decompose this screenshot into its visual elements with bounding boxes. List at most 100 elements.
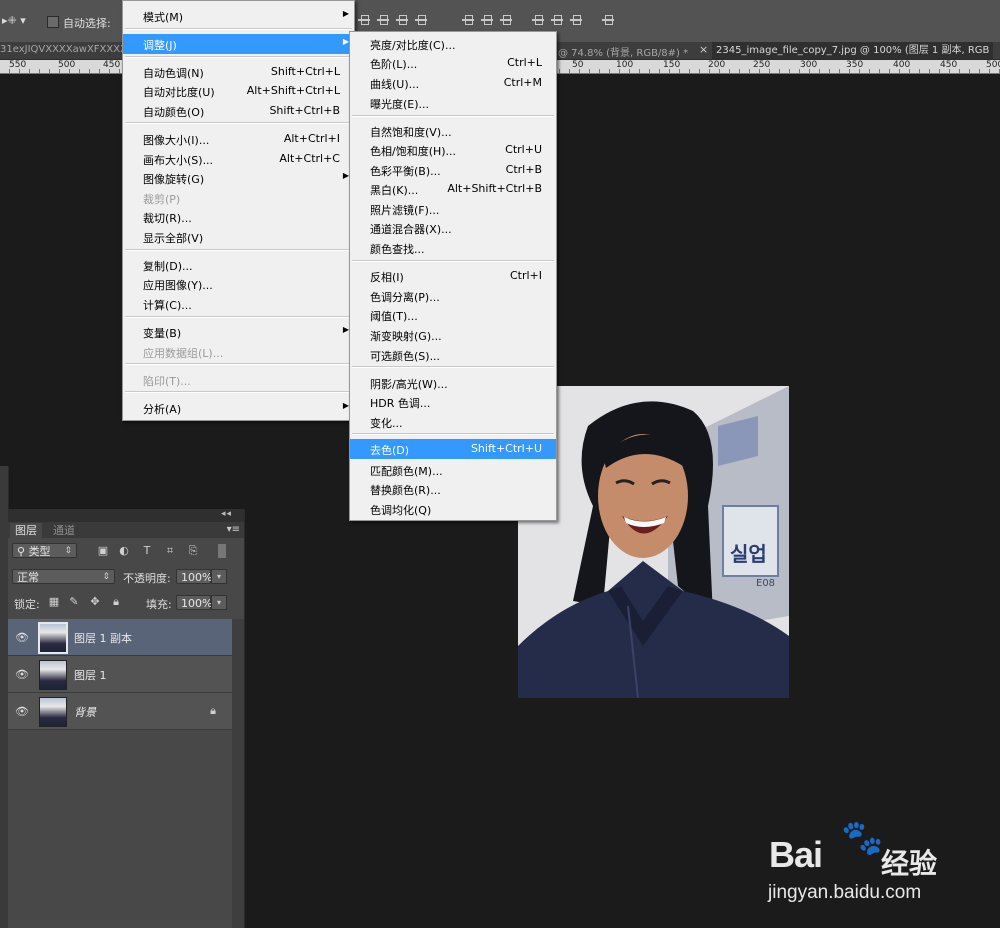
layer-row[interactable]: 👁︎ 图层 1 <box>8 656 232 693</box>
menu-item-label: 变化... <box>370 417 403 430</box>
menu-item-photo-filter[interactable]: 照片滤镜(F)... <box>350 199 556 219</box>
fill-field[interactable]: 100% <box>176 595 212 610</box>
menu-item-canvas-size[interactable]: 画布大小(S)... Alt+Ctrl+C <box>123 149 354 169</box>
align-vertical-centers-icon[interactable] <box>376 13 390 27</box>
menu-item-gradient-map[interactable]: 渐变映射(G)... <box>350 325 556 345</box>
menu-item-desaturate[interactable]: 去色(D) Shift+Ctrl+U <box>350 439 556 459</box>
filter-type-icon[interactable]: T <box>141 545 153 557</box>
auto-align-layers-icon[interactable] <box>601 13 615 27</box>
menu-item-label: 色调均化(Q) <box>370 504 432 517</box>
menu-item-channel-mixer[interactable]: 通道混合器(X)... <box>350 218 556 238</box>
lock-label: 锁定: <box>14 598 40 611</box>
menu-item-label: 替换颜色(R)... <box>370 484 441 497</box>
opacity-field[interactable]: 100% <box>176 569 212 584</box>
tab-layers[interactable]: 图层 <box>10 523 42 538</box>
menu-item-match-color[interactable]: 匹配颜色(M)... <box>350 460 556 480</box>
canvas-photo[interactable]: 실업 E08 <box>518 386 789 698</box>
menu-item-variables[interactable]: 变量(B) ▶ <box>123 322 354 342</box>
menu-item-hue-saturation[interactable]: 色相/饱和度(H)... Ctrl+U <box>350 140 556 160</box>
tool-preset-picker[interactable]: ▸⁜ ▾ <box>2 14 26 27</box>
filter-kind-select[interactable]: ⚲ 类型 ⇕ <box>12 543 77 558</box>
opacity-dropdown-icon[interactable]: ▾ <box>211 569 227 584</box>
menu-item-label: 模式(M) <box>143 11 184 24</box>
menu-item-replace-color[interactable]: 替换颜色(R)... <box>350 479 556 499</box>
menu-item-black-white[interactable]: 黑白(K)... Alt+Shift+Ctrl+B <box>350 179 556 199</box>
menu-item-variations[interactable]: 变化... <box>350 412 556 432</box>
menu-item-label: 应用图像(Y)... <box>143 279 213 292</box>
menu-item-color-lookup[interactable]: 颜色查找... <box>350 238 556 258</box>
filter-pixel-icon[interactable]: ▣ <box>97 545 109 557</box>
menu-item-duplicate[interactable]: 复制(D)... <box>123 255 354 275</box>
menu-item-label: 阴影/高光(W)... <box>370 378 448 391</box>
menu-item-brightness-contrast[interactable]: 亮度/对比度(C)... <box>350 34 556 54</box>
close-tab-icon[interactable]: × <box>699 43 708 56</box>
document-tab[interactable]: 31exJIQVXXXXawXFXXXXX <box>0 44 134 55</box>
lock-all-icon[interactable]: 🔒︎ <box>110 596 122 608</box>
menu-item-label: HDR 色调... <box>370 397 431 410</box>
menu-item-curves[interactable]: 曲线(U)... Ctrl+M <box>350 73 556 93</box>
align-bottom-edges-icon[interactable] <box>395 13 409 27</box>
document-tab[interactable]: @ 74.8% (背景, RGB/8#) * <box>558 44 688 59</box>
layer-thumbnail <box>39 660 67 690</box>
menu-item-auto-tone[interactable]: 自动色调(N) Shift+Ctrl+L <box>123 62 354 82</box>
menu-item-label: 分析(A) <box>143 403 182 416</box>
menu-item-auto-color[interactable]: 自动颜色(O) Shift+Ctrl+B <box>123 101 354 121</box>
visibility-eye-icon[interactable]: 👁︎ <box>15 668 29 681</box>
lock-transparent-icon[interactable]: ▦ <box>48 596 60 608</box>
menu-item-mode[interactable]: 模式(M) ▶ <box>123 6 354 26</box>
visibility-eye-icon[interactable]: 👁︎ <box>15 631 29 644</box>
distribute-hcenter-icon[interactable] <box>550 13 564 27</box>
filter-smartobject-icon[interactable]: ⎘ <box>187 545 199 557</box>
menu-item-apply-image[interactable]: 应用图像(Y)... <box>123 274 354 294</box>
filter-adjustment-icon[interactable]: ◐ <box>118 545 130 557</box>
filter-shape-icon[interactable]: ⌗ <box>164 545 176 557</box>
menu-item-adjustments[interactable]: 调整(J) ▶ <box>123 34 354 54</box>
menu-item-analysis[interactable]: 分析(A) ▶ <box>123 398 354 418</box>
distribute-left-icon[interactable] <box>531 13 545 27</box>
menu-item-calculations[interactable]: 计算(C)... <box>123 294 354 314</box>
menu-item-auto-contrast[interactable]: 自动对比度(U) Alt+Shift+Ctrl+L <box>123 81 354 101</box>
menu-item-invert[interactable]: 反相(I) Ctrl+I <box>350 266 556 286</box>
menu-item-equalize[interactable]: 色调均化(Q) <box>350 499 556 519</box>
auto-select-checkbox[interactable] <box>47 16 59 28</box>
fill-label: 填充: <box>146 598 172 611</box>
menu-item-image-rotation[interactable]: 图像旋转(G) ▶ <box>123 168 354 188</box>
menu-item-exposure[interactable]: 曝光度(E)... <box>350 93 556 113</box>
blend-mode-select[interactable]: 正常 ⇕ <box>12 569 115 584</box>
layer-row[interactable]: 👁︎ 图层 1 副本 <box>8 619 232 656</box>
menu-item-selective-color[interactable]: 可选颜色(S)... <box>350 345 556 365</box>
distribute-right-icon[interactable] <box>569 13 583 27</box>
baidu-jingyan-watermark: Bai 🐾 经验 jingyan.baidu.com <box>765 816 975 906</box>
menu-item-hdr-toning[interactable]: HDR 色调... <box>350 392 556 412</box>
menu-item-threshold[interactable]: 阈值(T)... <box>350 305 556 325</box>
menu-item-levels[interactable]: 色阶(L)... Ctrl+L <box>350 53 556 73</box>
menu-item-label: 计算(C)... <box>143 299 192 312</box>
menu-item-posterize[interactable]: 色调分离(P)... <box>350 286 556 306</box>
menu-item-label: 应用数据组(L)... <box>143 347 224 360</box>
distribute-center-icon[interactable] <box>480 13 494 27</box>
align-top-edges-icon[interactable] <box>357 13 371 27</box>
layer-name: 图层 1 <box>74 669 107 682</box>
menu-item-label: 画布大小(S)... <box>143 154 214 167</box>
layer-row[interactable]: 👁︎ 背景 🔒︎ <box>8 693 232 730</box>
menu-item-reveal-all[interactable]: 显示全部(V) <box>123 227 354 247</box>
menu-item-label: 图像旋转(G) <box>143 173 205 186</box>
panel-menu-icon[interactable]: ▾≡ <box>227 524 240 535</box>
visibility-eye-icon[interactable]: 👁︎ <box>15 705 29 718</box>
menu-item-image-size[interactable]: 图像大小(I)... Alt+Ctrl+I <box>123 129 354 149</box>
menu-item-vibrance[interactable]: 自然饱和度(V)... <box>350 121 556 141</box>
align-left-edges-icon[interactable] <box>414 13 428 27</box>
menu-item-shadows-highlights[interactable]: 阴影/高光(W)... <box>350 373 556 393</box>
filter-toggle-icon[interactable] <box>218 544 226 558</box>
distribute-top-icon[interactable] <box>461 13 475 27</box>
collapse-panel-icon[interactable]: ◂◂ <box>221 509 232 519</box>
menu-item-color-balance[interactable]: 色彩平衡(B)... Ctrl+B <box>350 160 556 180</box>
menu-item-trim[interactable]: 裁切(R)... <box>123 207 354 227</box>
distribute-bottom-icon[interactable] <box>499 13 513 27</box>
layers-scrollbar[interactable] <box>232 619 244 928</box>
fill-dropdown-icon[interactable]: ▾ <box>211 595 227 610</box>
tab-channels[interactable]: 通道 <box>48 523 80 538</box>
lock-position-icon[interactable]: ✥ <box>89 596 101 608</box>
document-tab-active[interactable]: 2345_image_file_copy_7.jpg @ 100% (图层 1 … <box>712 42 994 59</box>
lock-brush-icon[interactable]: ✎ <box>68 596 80 608</box>
